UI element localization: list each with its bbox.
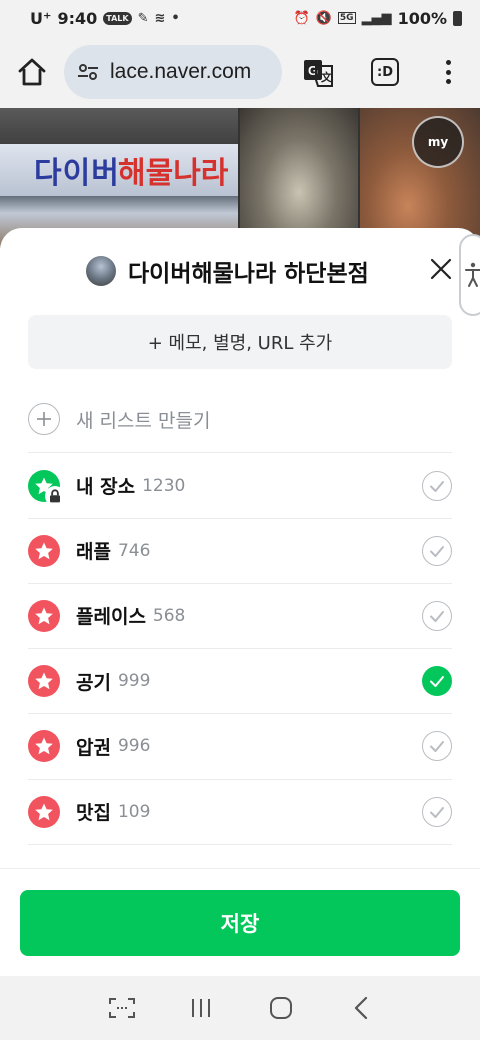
sheet-header: 다이버해물나라 하단본점 (0, 228, 480, 316)
list-item[interactable]: 공기 999 (28, 649, 452, 714)
list-name: 내 장소 (76, 476, 136, 498)
home-nav-icon[interactable] (266, 994, 296, 1022)
list-name: 맛집 (76, 802, 111, 824)
list-count: 999 (117, 671, 151, 692)
place-photos: 다이버 해물나라 my (0, 108, 480, 248)
list-count: 109 (117, 801, 151, 822)
list-count: 568 (152, 605, 186, 626)
list-count: 1230 (142, 475, 186, 496)
signal-icon: ▂▄▆ (361, 10, 392, 26)
list-item[interactable]: 맛집 109 (28, 779, 452, 844)
network-5g-icon: 5G (337, 12, 356, 24)
save-footer: 저장 (0, 868, 480, 976)
back-icon[interactable] (346, 994, 376, 1022)
add-memo-button[interactable]: + 메모, 별명, URL 추가 (28, 315, 452, 369)
home-icon[interactable] (16, 56, 48, 88)
star-icon (28, 599, 60, 632)
place-thumbnail (86, 256, 116, 286)
sign-text-red: 해물나라 (118, 156, 229, 191)
check-icon[interactable] (422, 600, 452, 631)
save-button[interactable]: 저장 (20, 890, 460, 956)
star-icon (28, 665, 60, 698)
list-count: 746 (117, 540, 151, 561)
wave-notification-icon: ≋ (154, 10, 166, 26)
star-icon (28, 730, 60, 763)
browser-toolbar: lace.naver.com G 文 :D (0, 36, 480, 108)
more-notifications-icon: • (171, 10, 180, 26)
list-item[interactable]: 플레이스 568 (28, 583, 452, 648)
list-item[interactable]: 압권 996 (28, 714, 452, 779)
accessibility-icon (465, 262, 480, 287)
close-icon[interactable] (430, 258, 452, 280)
svg-text:文: 文 (321, 70, 333, 84)
status-bar: U⁺ 9:40 TALK ✎ ≋ • ⏰ 🔇 5G ▂▄▆ 100% (0, 0, 480, 36)
check-icon[interactable] (422, 535, 452, 566)
more-vert-icon[interactable] (438, 56, 458, 88)
new-list-label: 새 리스트 만들기 (76, 409, 211, 432)
check-icon[interactable] (422, 666, 452, 697)
my-badge-label: my (427, 135, 449, 149)
tabs-icon[interactable]: :D (371, 58, 399, 86)
new-list-button[interactable]: 새 리스트 만들기 (28, 391, 452, 447)
recents-icon[interactable] (186, 994, 216, 1022)
list-count: 996 (117, 736, 151, 757)
tune-icon[interactable] (76, 60, 100, 84)
system-nav-bar (0, 976, 480, 1040)
screenshot-icon[interactable] (107, 994, 137, 1022)
list-item[interactable]: 래플 746 (28, 518, 452, 583)
list-name: 압권 (76, 736, 111, 759)
sheet-title: 다이버해물나라 하단본점 (128, 261, 369, 287)
list-name: 래플 (76, 541, 111, 564)
star-icon (28, 469, 65, 506)
star-icon (28, 795, 60, 828)
list-name: 공기 (76, 671, 111, 694)
check-icon[interactable] (422, 731, 452, 762)
tabs-label: :D (377, 64, 393, 80)
accessibility-tab[interactable] (459, 234, 480, 316)
save-to-list-sheet: 다이버해물나라 하단본점 + 메모, 별명, URL 추가 새 리스트 만들기 … (0, 228, 480, 976)
battery-label: 100% (397, 8, 447, 28)
lock-icon (45, 485, 65, 506)
food-photo-1 (240, 108, 358, 248)
translate-icon[interactable]: G 文 (302, 58, 334, 88)
plus-circle-icon (28, 403, 60, 435)
address-bar[interactable]: lace.naver.com (64, 45, 282, 99)
list-item[interactable]: 내 장소 1230 (28, 453, 452, 518)
list-name: 플레이스 (76, 606, 146, 629)
alarm-icon: ⏰ (293, 10, 310, 26)
url-text[interactable]: lace.naver.com (110, 60, 251, 84)
divider (28, 843, 452, 845)
check-icon[interactable] (422, 470, 452, 501)
pencil-notification-icon: ✎ (137, 10, 149, 26)
mute-icon: 🔇 (315, 10, 332, 26)
check-icon[interactable] (422, 796, 452, 827)
battery-icon (453, 10, 462, 26)
sign-text-blue: 다이버 (34, 156, 120, 191)
my-badge: my (412, 116, 464, 168)
clock: 9:40 (57, 8, 98, 28)
carrier-label: U⁺ (30, 8, 52, 28)
star-icon (28, 534, 60, 567)
talk-notification-icon: TALK (103, 11, 132, 25)
